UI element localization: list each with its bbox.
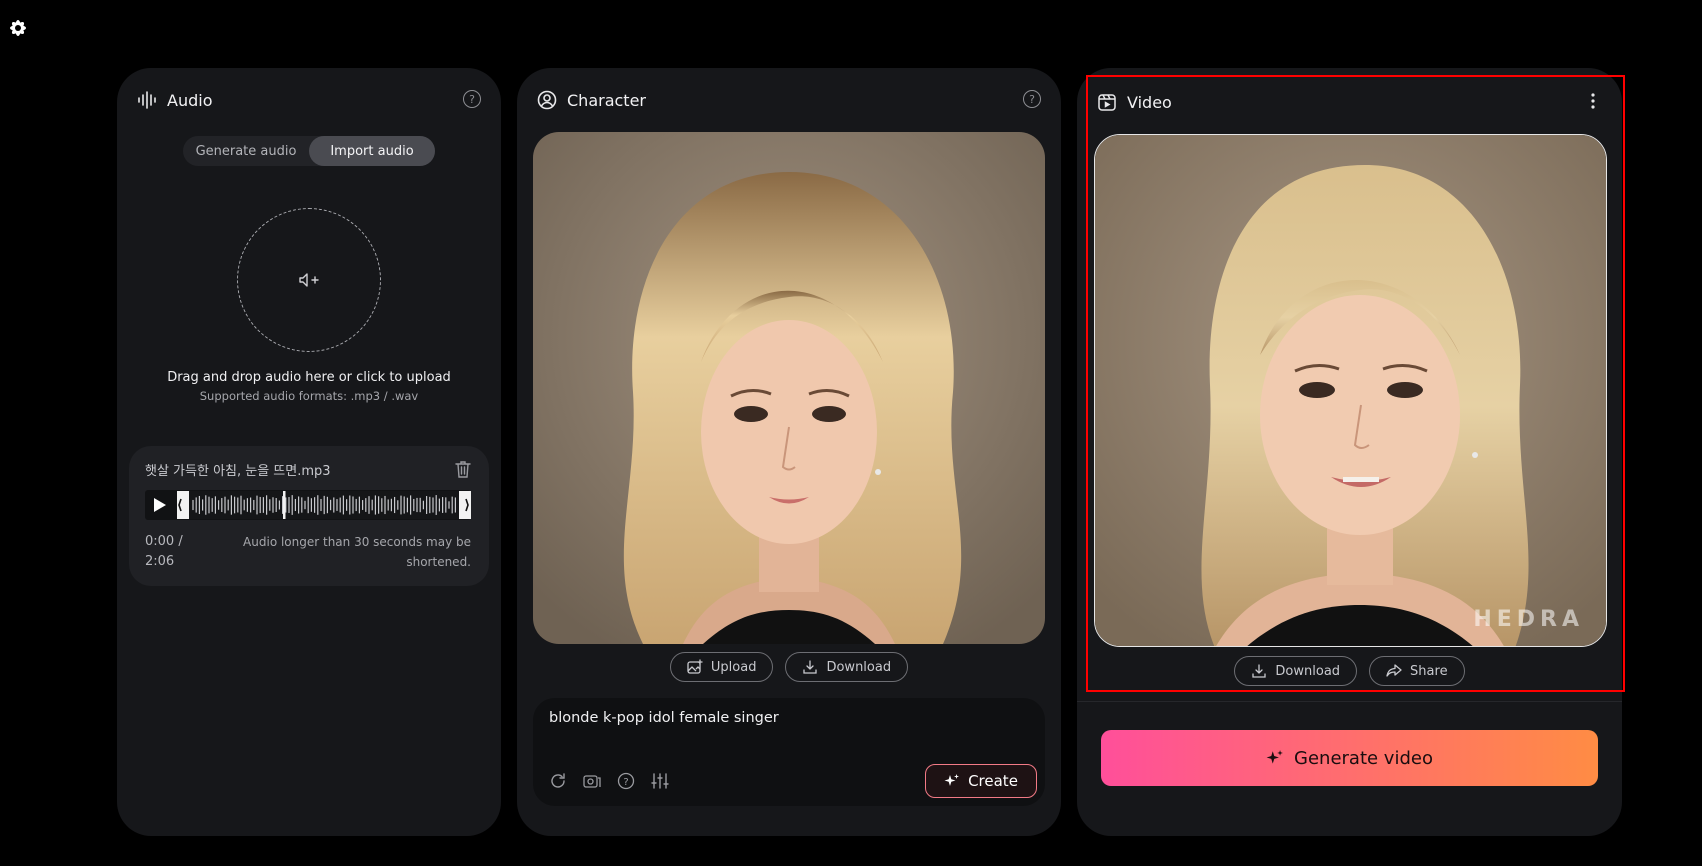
video-panel-title: Video (1127, 92, 1172, 112)
trash-icon[interactable] (455, 460, 471, 478)
video-panel-divider (1077, 701, 1622, 702)
character-download-button[interactable]: Download (785, 652, 909, 682)
more-options-icon[interactable] (1590, 92, 1596, 110)
generate-video-button[interactable]: Generate video (1101, 730, 1598, 786)
audio-mode-toggle: Generate audio Import audio (183, 136, 435, 166)
download-icon (1252, 664, 1267, 678)
image-upload-icon (687, 659, 703, 674)
sliders-icon[interactable] (651, 772, 669, 790)
share-icon (1386, 664, 1402, 677)
video-download-button[interactable]: Download (1234, 656, 1358, 686)
audio-panel-header: Audio ? (137, 88, 481, 112)
sparkle-icon (1266, 750, 1283, 764)
character-actions: Upload Download (517, 652, 1061, 682)
user-circle-icon (537, 90, 557, 110)
audio-waveform-icon (138, 91, 156, 109)
hedra-logo-icon[interactable] (6, 16, 30, 40)
video-icon (1098, 94, 1116, 111)
audio-waveform-trimmer[interactable] (177, 491, 471, 519)
supported-formats: Supported audio formats: .mp3 / .wav (199, 389, 419, 403)
audio-player (145, 490, 471, 520)
drop-instructions: Drag and drop audio here or click to upl… (167, 370, 451, 385)
upload-button[interactable]: Upload (669, 652, 774, 682)
video-preview (1095, 135, 1606, 646)
upload-label: Upload (710, 659, 757, 675)
character-image[interactable] (533, 132, 1045, 644)
time-current: 0:00 / (145, 534, 183, 549)
prompt-tools: ? (549, 772, 669, 790)
character-prompt-input[interactable]: blonde k-pop idol female singer (549, 710, 779, 726)
audio-panel: Audio ? Generate audio Import audio Drag… (117, 68, 501, 836)
sparkle-icon (944, 774, 960, 786)
audio-help-icon[interactable]: ? (463, 90, 481, 108)
character-panel: Character ? Upload Download blonde k-pop… (517, 68, 1061, 836)
generated-video[interactable]: HEDRA (1094, 134, 1607, 647)
video-actions: Download Share (1077, 656, 1622, 686)
generate-video-label: Generate video (1294, 747, 1433, 769)
refresh-icon[interactable] (549, 772, 567, 790)
video-panel: Video HEDRA Download Share Generate vide… (1077, 68, 1625, 836)
share-button[interactable]: Share (1369, 656, 1465, 686)
video-watermark: HEDRA (1473, 607, 1584, 632)
character-download-label: Download (826, 659, 892, 675)
video-download-label: Download (1275, 663, 1341, 679)
play-icon (154, 498, 166, 512)
waveform-graphic (177, 491, 471, 519)
download-icon (803, 660, 818, 674)
svg-text:?: ? (623, 777, 628, 788)
share-label: Share (1410, 663, 1448, 679)
speaker-add-icon (299, 273, 319, 287)
help-circle-icon[interactable]: ? (617, 772, 635, 790)
character-prompt-box: blonde k-pop idol female singer ? Create (533, 698, 1045, 806)
character-panel-header: Character ? (537, 88, 1041, 112)
image-reference-icon[interactable] (583, 772, 601, 790)
audio-file-card: 햇살 가득한 아침, 눈을 뜨면.mp3 0:00 / 2:06 Audio l… (129, 446, 489, 586)
create-button[interactable]: Create (925, 764, 1037, 798)
play-button[interactable] (145, 490, 175, 520)
tab-import-audio[interactable]: Import audio (309, 136, 435, 166)
character-portrait (533, 132, 1045, 644)
playback-time: 0:00 / 2:06 (145, 532, 205, 572)
audio-file-name: 햇살 가득한 아침, 눈을 뜨면.mp3 (145, 464, 331, 479)
video-panel-header: Video (1097, 90, 1602, 114)
audio-drop-zone[interactable] (237, 208, 381, 352)
audio-panel-title: Audio (167, 90, 213, 110)
create-label: Create (968, 772, 1018, 790)
duration-warning: Audio longer than 30 seconds may be shor… (243, 535, 471, 569)
time-total: 2:06 (145, 554, 175, 569)
character-help-icon[interactable]: ? (1023, 90, 1041, 108)
character-panel-title: Character (567, 90, 646, 110)
tab-generate-audio[interactable]: Generate audio (183, 136, 309, 166)
